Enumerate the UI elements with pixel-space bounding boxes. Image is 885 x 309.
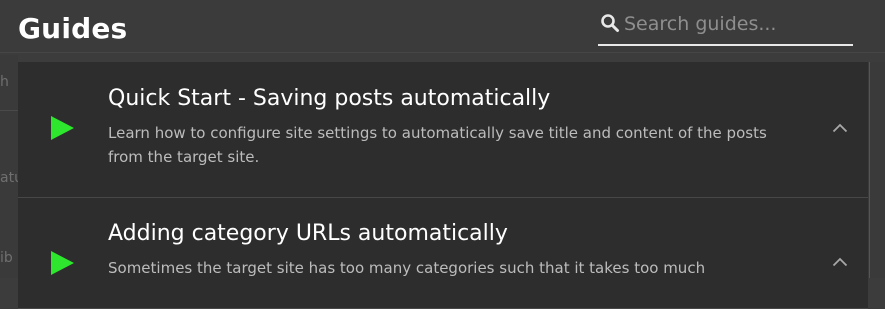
background-text-fragment: h xyxy=(0,74,9,90)
search-input[interactable] xyxy=(624,8,849,40)
play-icon[interactable] xyxy=(49,250,75,276)
guide-description: Learn how to configure site settings to … xyxy=(108,124,767,166)
guide-description: Sometimes the target site has too many c… xyxy=(108,259,706,277)
page-title: Guides xyxy=(18,12,128,45)
search-box[interactable] xyxy=(598,6,853,46)
guides-header: Guides xyxy=(0,0,885,53)
background-text-fragment: ib xyxy=(0,250,13,266)
guide-title: Adding category URLs automatically xyxy=(108,221,508,246)
guide-item[interactable]: Quick Start - Saving posts automatically… xyxy=(18,62,868,198)
guides-list: Quick Start - Saving posts automatically… xyxy=(18,62,868,309)
guide-item[interactable]: Adding category URLs automatically Somet… xyxy=(18,198,868,309)
background-divider-right xyxy=(869,62,870,278)
guide-title: Quick Start - Saving posts automatically xyxy=(108,86,551,111)
chevron-up-icon[interactable] xyxy=(832,257,848,267)
background-divider xyxy=(0,110,18,111)
chevron-up-icon[interactable] xyxy=(832,123,848,133)
search-icon xyxy=(601,14,619,32)
background-panel-right xyxy=(868,62,885,278)
play-icon[interactable] xyxy=(49,115,75,141)
